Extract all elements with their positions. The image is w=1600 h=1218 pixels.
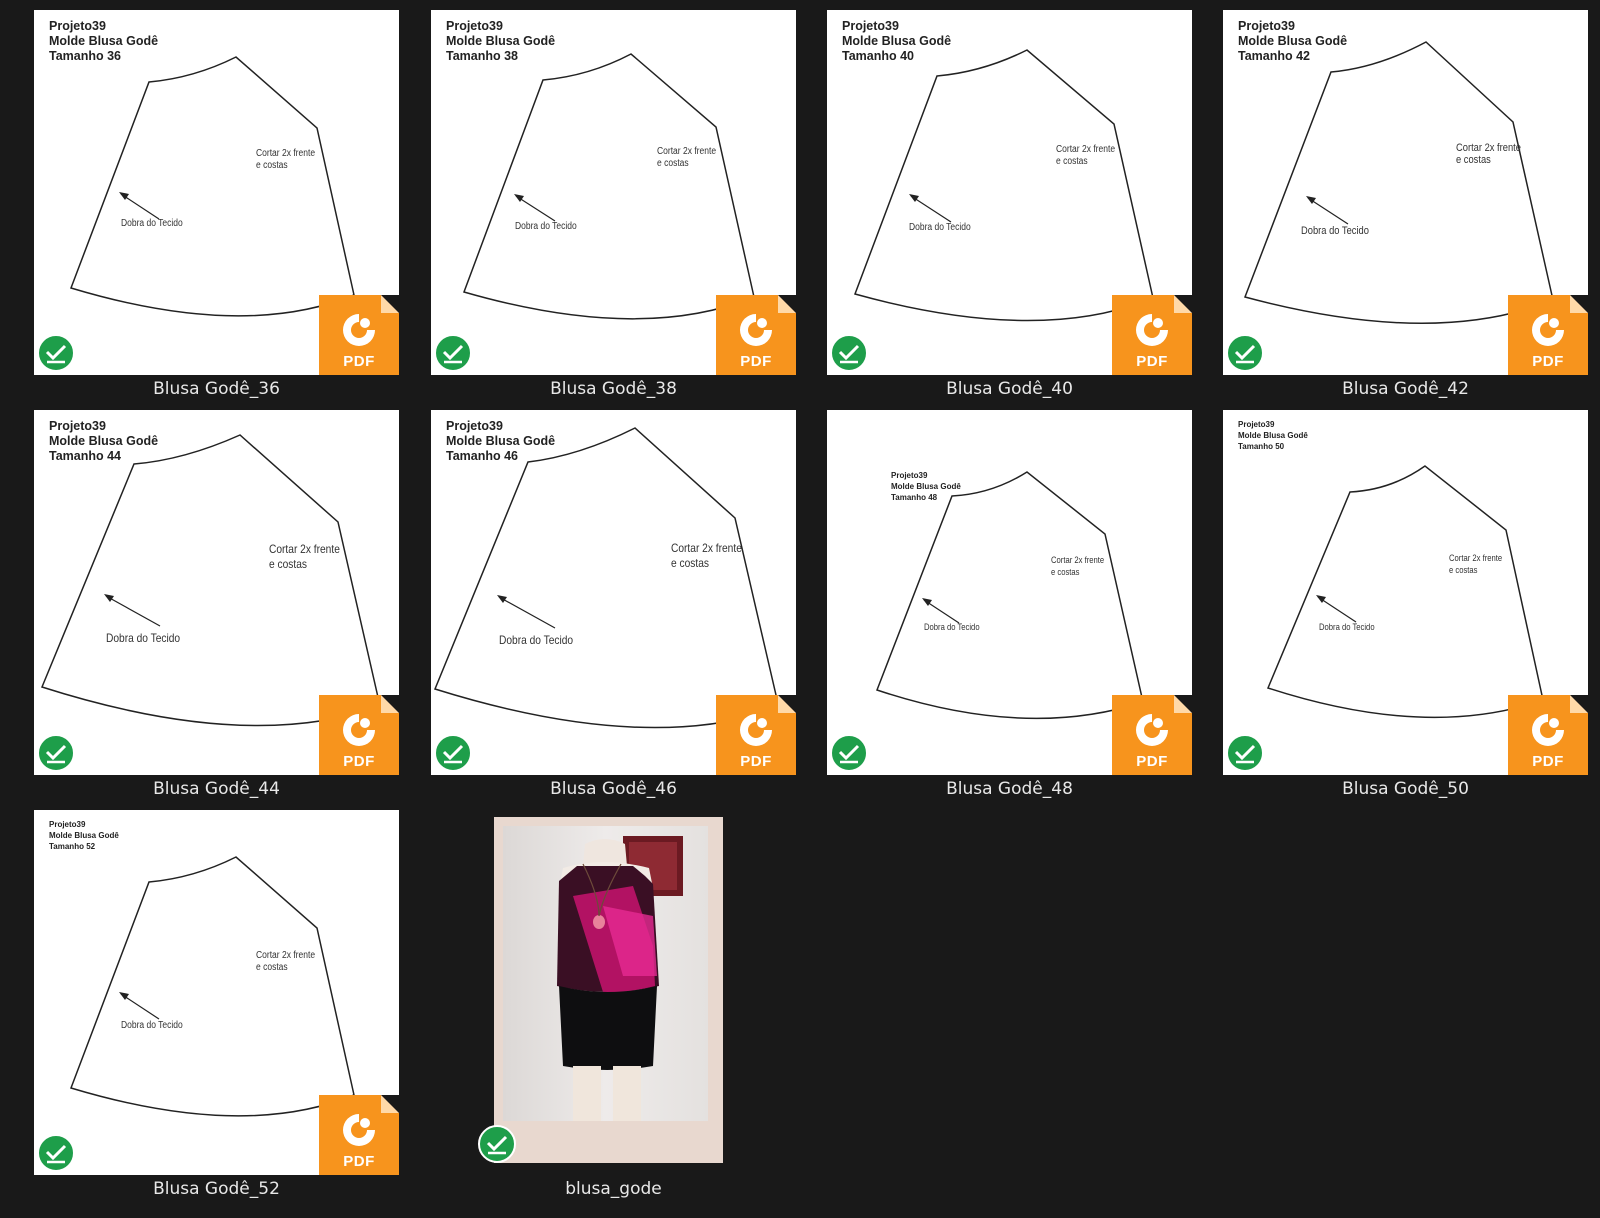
cut-note: Cortar 2x frente e costas: [1449, 553, 1503, 575]
fold-note: Dobra do Tecido: [121, 218, 183, 229]
pattern-header: Projeto39 Molde Blusa Godê Tamanho 40: [842, 19, 952, 63]
green-check-icon: [1226, 334, 1264, 372]
fold-note: Dobra do Tecido: [106, 631, 181, 645]
pdf-thumbnail: Projeto39 Molde Blusa Godê Tamanho 50 Cort…: [1223, 410, 1588, 775]
pdf-icon: PDF: [1112, 695, 1192, 775]
pattern-header: Projeto39 Molde Blusa Godê Tamanho 44: [49, 419, 159, 463]
pdf-thumbnail: Projeto39 Molde Blusa Godê Tamanho 40 Cort…: [827, 10, 1192, 375]
pattern-header: Projeto39 Molde Blusa Godê Tamanho 46: [446, 419, 556, 463]
pdf-icon: PDF: [319, 695, 399, 775]
file-name[interactable]: Blusa Godê_44: [34, 777, 399, 801]
cut-note: Cortar 2x frente e costas: [657, 146, 717, 169]
cut-note: Cortar 2x frente e costas: [256, 148, 316, 171]
pattern-header: Projeto39 Molde Blusa Godê Tamanho 36: [49, 19, 159, 63]
file-name[interactable]: Blusa Godê_50: [1223, 777, 1588, 801]
fold-note: Dobra do Tecido: [909, 222, 971, 233]
green-check-icon: [478, 1125, 516, 1163]
pdf-icon: PDF: [1508, 695, 1588, 775]
pattern-header: Projeto39 Molde Blusa Godê Tamanho 50: [1238, 420, 1308, 451]
pdf-thumbnail: Projeto39 Molde Blusa Godê Tamanho 42 Cort…: [1223, 10, 1588, 375]
pdf-thumbnail: Projeto39 Molde Blusa Godê Tamanho 52 Cort…: [34, 810, 399, 1175]
pdf-thumbnail: Projeto39 Molde Blusa Godê Tamanho 48 Cort…: [827, 410, 1192, 775]
pattern-header: Projeto39 Molde Blusa Godê Tamanho 38: [446, 19, 556, 63]
pattern-header: Projeto39 Molde Blusa Godê Tamanho 42: [1238, 19, 1348, 63]
pdf-icon: PDF: [1112, 295, 1192, 375]
green-check-icon: [37, 734, 75, 772]
file-name[interactable]: Blusa Godê_42: [1223, 377, 1588, 401]
cut-note: Cortar 2x frente e costas: [1456, 142, 1521, 166]
pdf-icon: PDF: [1508, 295, 1588, 375]
pdf-icon: PDF: [716, 695, 796, 775]
cut-note: Cortar 2x frente e costas: [1056, 144, 1116, 167]
green-check-icon: [1226, 734, 1264, 772]
green-check-icon: [434, 334, 472, 372]
fold-note: Dobra do Tecido: [515, 221, 577, 232]
pdf-thumbnail: Projeto39 Molde Blusa Godê Tamanho 46 Cort…: [431, 410, 796, 775]
file-name[interactable]: Blusa Godê_46: [431, 777, 796, 801]
fold-note: Dobra do Tecido: [121, 1020, 183, 1031]
mannequin-blouse-image: [557, 836, 683, 1121]
cut-note: Cortar 2x frente e costas: [256, 950, 316, 973]
green-check-icon: [830, 334, 868, 372]
fold-note: Dobra do Tecido: [924, 622, 980, 632]
green-check-icon: [37, 1134, 75, 1172]
cut-note: Cortar 2x frente e costas: [671, 541, 742, 570]
pdf-thumbnail: Projeto39 Molde Blusa Godê Tamanho 44 Cort…: [34, 410, 399, 775]
fold-note: Dobra do Tecido: [1301, 225, 1369, 237]
file-name[interactable]: blusa_gode: [431, 1177, 796, 1201]
green-check-icon: [37, 334, 75, 372]
pdf-thumbnail: Projeto39 Molde Blusa Godê Tamanho 38 Cort…: [431, 10, 796, 375]
file-name[interactable]: Blusa Godê_40: [827, 377, 1192, 401]
fold-note: Dobra do Tecido: [499, 633, 574, 647]
pdf-icon: PDF: [319, 1095, 399, 1175]
green-check-icon: [830, 734, 868, 772]
green-check-icon: [434, 734, 472, 772]
file-name[interactable]: Blusa Godê_48: [827, 777, 1192, 801]
file-name[interactable]: Blusa Godê_52: [34, 1177, 399, 1201]
cut-note: Cortar 2x frente e costas: [1051, 555, 1105, 577]
pattern-header: Projeto39 Molde Blusa Godê Tamanho 52: [49, 820, 119, 851]
pdf-icon: PDF: [319, 295, 399, 375]
file-name[interactable]: Blusa Godê_36: [34, 377, 399, 401]
image-thumbnail: [494, 817, 723, 1163]
blouse-photo: [503, 826, 708, 1121]
pattern-header: Projeto39 Molde Blusa Godê Tamanho 48: [891, 471, 961, 502]
cut-note: Cortar 2x frente e costas: [269, 542, 340, 571]
fold-note: Dobra do Tecido: [1319, 622, 1375, 632]
pdf-thumbnail: Projeto39 Molde Blusa Godê Tamanho 36 Cort…: [34, 10, 399, 375]
file-name[interactable]: Blusa Godê_38: [431, 377, 796, 401]
pdf-icon: PDF: [716, 295, 796, 375]
